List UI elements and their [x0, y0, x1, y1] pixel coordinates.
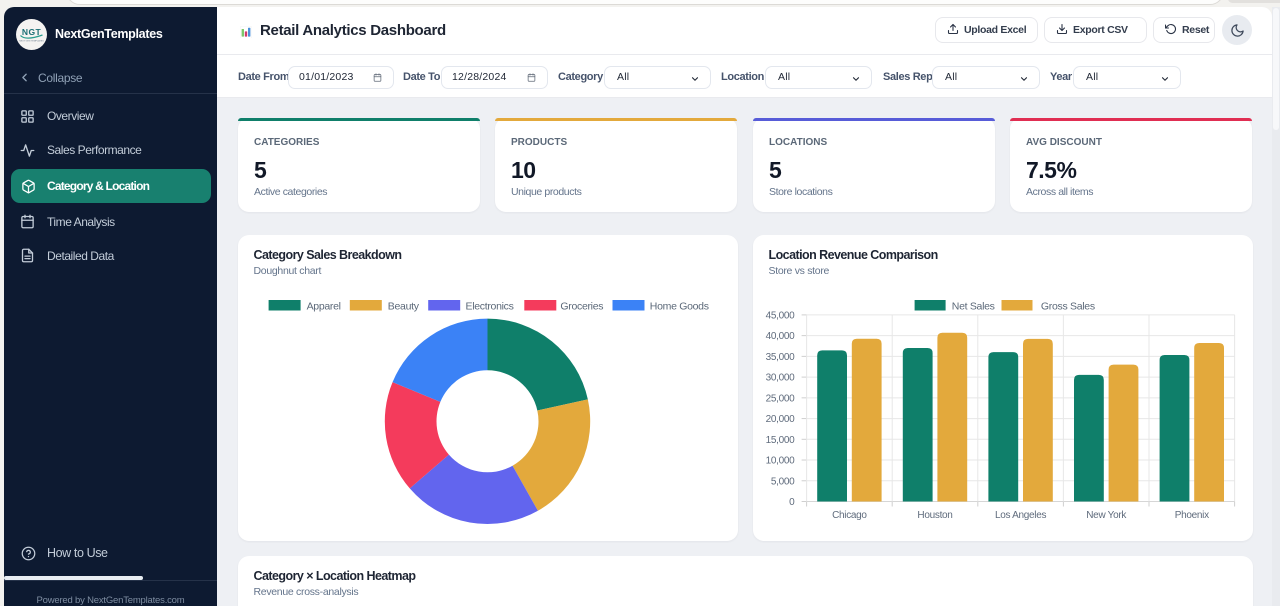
svg-text:NGT: NGT	[22, 27, 42, 37]
svg-text:Chicago: Chicago	[832, 510, 867, 521]
svg-text:0: 0	[789, 497, 795, 508]
svg-text:Houston: Houston	[917, 510, 952, 521]
svg-text:30,000: 30,000	[766, 373, 796, 384]
svg-text:Home Goods: Home Goods	[650, 301, 709, 313]
svg-text:35,000: 35,000	[766, 352, 796, 363]
svg-text:Net Sales: Net Sales	[952, 301, 995, 313]
svg-text:25,000: 25,000	[766, 393, 796, 404]
svg-text:Phoenix: Phoenix	[1175, 510, 1209, 521]
svg-text:Apparel: Apparel	[307, 301, 341, 313]
svg-text:10,000: 10,000	[766, 456, 796, 467]
svg-text:Groceries: Groceries	[560, 301, 603, 313]
svg-text:45,000: 45,000	[766, 310, 796, 321]
svg-text:Beauty: Beauty	[388, 301, 420, 313]
svg-text:5,000: 5,000	[771, 476, 795, 487]
svg-text:Electronics: Electronics	[466, 301, 514, 313]
svg-text:Gross Sales: Gross Sales	[1041, 301, 1095, 313]
svg-text:NEXT GEN TEMPLATES: NEXT GEN TEMPLATES	[19, 40, 44, 43]
svg-text:40,000: 40,000	[766, 331, 796, 342]
svg-text:15,000: 15,000	[766, 435, 796, 446]
svg-text:20,000: 20,000	[766, 414, 796, 425]
svg-text:New York: New York	[1086, 510, 1127, 521]
svg-text:Los Angeles: Los Angeles	[995, 510, 1046, 521]
